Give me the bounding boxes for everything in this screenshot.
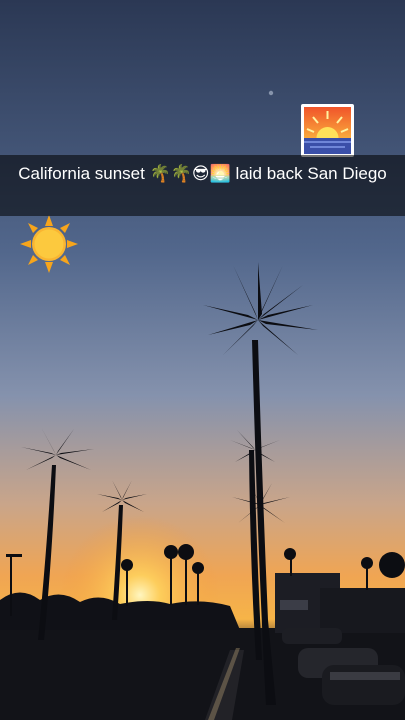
sunrise-emoji-icon (304, 107, 351, 154)
caption-text: California sunset (18, 164, 150, 183)
caption-emojis: 🌴🌴😎🌅 (149, 164, 231, 184)
snap-caption[interactable]: California sunset 🌴🌴😎🌅 laid back San Die… (0, 155, 405, 216)
sun-emoji-icon (20, 215, 78, 273)
sunset-emoji-sticker[interactable] (301, 104, 354, 157)
sun-emoji-sticker[interactable] (20, 215, 78, 273)
caption-text-end: laid back San Diego (230, 164, 387, 183)
